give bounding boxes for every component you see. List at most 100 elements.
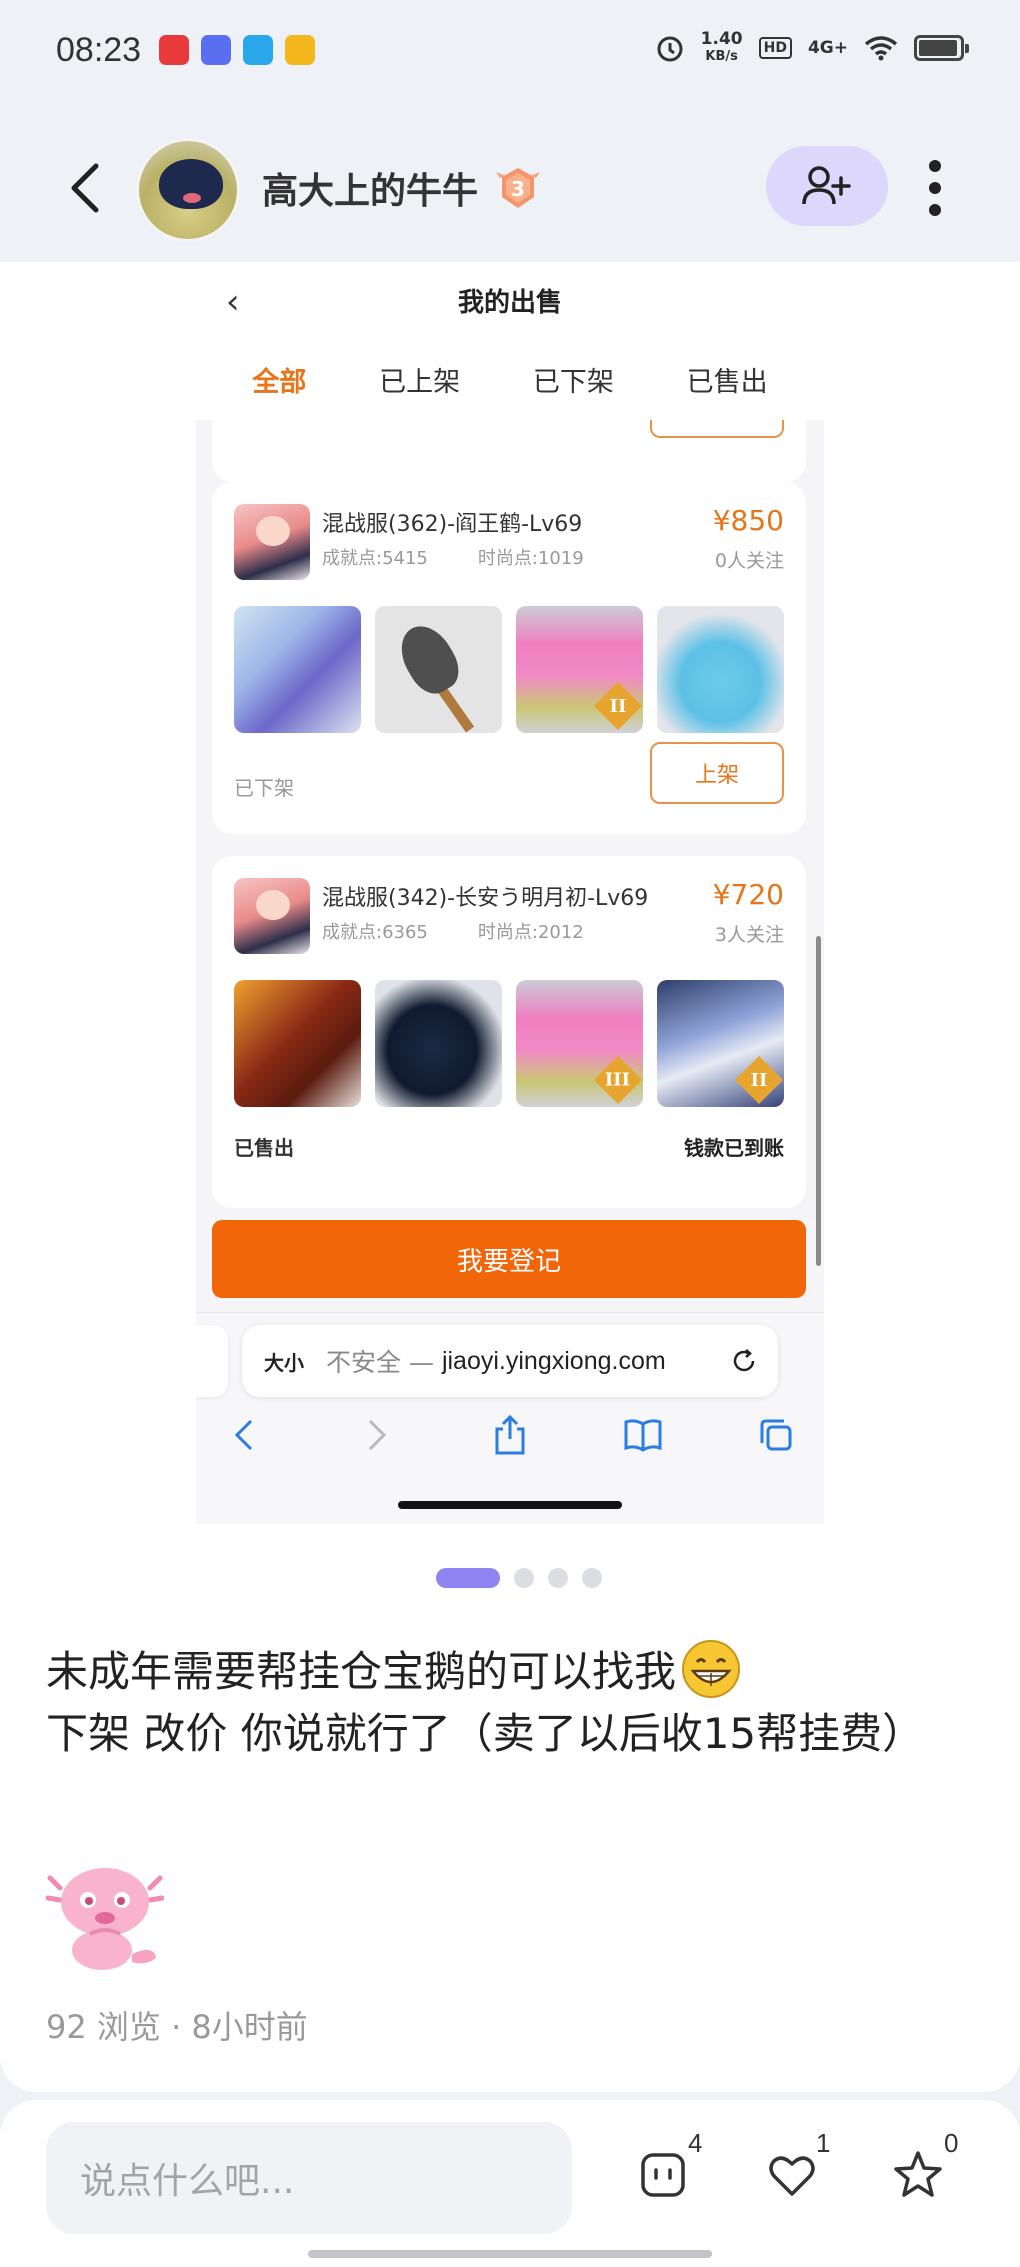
role-name: 混战服(362)-阎王鹤-Lv69 [322, 512, 583, 537]
item-thumb-red-dragon [234, 980, 361, 1107]
browser-toolbar: 大小 不安全 — jiaoyi.yingxiong.com [196, 1312, 824, 1524]
axolotl-sticker-icon [46, 1868, 164, 1970]
network-speed-unit: KB/s [705, 49, 738, 64]
alarm-icon [657, 36, 683, 62]
screenshot-title: 我的出售 [457, 288, 562, 318]
tier-badge: II [593, 681, 643, 731]
browser-back-icon [224, 1415, 264, 1455]
comment-count: 4 [688, 2128, 703, 2158]
post-image-screenshot[interactable]: ‹ 我的出售 全部 已上架 已下架 已售出 混战服(362)-阎王鹤-Lv69 … [196, 262, 824, 1524]
heart-icon [769, 2156, 815, 2196]
tier-badge-label: III [605, 1069, 631, 1091]
author-username[interactable]: 高大上的牛牛 [262, 162, 478, 214]
register-button: 我要登记 [212, 1220, 806, 1298]
star-icon [894, 2151, 942, 2197]
more-dot [929, 204, 941, 216]
achievement-points: 成就点:5415 [322, 548, 428, 569]
screenshot-header: ‹ 我的出售 全部 已上架 已下架 已售出 [196, 262, 824, 420]
network-speed-value: 1.40 [700, 29, 743, 49]
screenshot-tab-sold: 已售出 [686, 367, 768, 398]
follow-button[interactable] [766, 146, 888, 226]
avatar-beak-shape [183, 193, 201, 203]
url-bar: 大小 不安全 — jiaoyi.yingxiong.com [242, 1325, 778, 1397]
chevron-left-icon [71, 163, 99, 213]
role-name: 混战服(342)-长安う明月初-Lv69 [322, 886, 649, 911]
tier-badge: III [593, 1055, 643, 1105]
tier-badge-label: II [609, 695, 627, 717]
more-options-button[interactable] [920, 160, 950, 216]
post-meta: 92 浏览 · 8小时前 [46, 2002, 308, 2048]
screenshot-tabs: 全部 已上架 已下架 已售出 [196, 360, 824, 399]
favorite-count: 0 [944, 2128, 959, 2158]
gesture-bar [308, 2250, 712, 2258]
carousel-dot[interactable] [514, 1568, 534, 1588]
browser-tool-row [196, 1415, 824, 1455]
item-thumb-blue-bird [657, 606, 784, 733]
role-meta: 成就点:5415 时尚点:1019 [322, 544, 584, 570]
network-type: 4G+ [807, 38, 848, 58]
post-card: ‹ 我的出售 全部 已上架 已下架 已售出 混战服(362)-阎王鹤-Lv69 … [0, 262, 1020, 2092]
item-thumb-pink-bear: III [516, 980, 643, 1107]
listing-follows: 0人关注 [714, 550, 784, 572]
add-friend-icon [802, 166, 851, 205]
reload-icon [733, 1349, 755, 1372]
status-time: 08:23 [56, 30, 142, 69]
previous-tab-stub [196, 1325, 228, 1397]
fashion-points: 时尚点:2012 [477, 922, 584, 943]
listing-card: 混战服(342)-长安う明月初-Lv69 成就点:6365 时尚点:2012 ¥… [212, 856, 806, 1208]
partial-listing-card [212, 420, 806, 482]
level-badge-icon: 3 [496, 168, 540, 208]
browser-forward-icon [357, 1415, 397, 1455]
carousel-dot[interactable] [582, 1568, 602, 1588]
carousel-dot[interactable] [548, 1568, 568, 1588]
bottom-action-bar: 说点什么吧... 4 1 0 [0, 2100, 1020, 2267]
scroll-indicator [816, 936, 821, 1266]
post-header: 高大上的牛牛 3 [0, 130, 1020, 250]
favorite-button[interactable]: 0 [890, 2128, 970, 2216]
comment-input[interactable]: 说点什么吧... [46, 2122, 572, 2234]
carousel-dot-active[interactable] [436, 1568, 500, 1588]
url-domain: jiaoyi.yingxiong.com [441, 1346, 666, 1375]
screenshot-tab-delisted: 已下架 [532, 367, 614, 398]
item-thumbnails: III II [234, 980, 784, 1107]
wifi-icon [864, 36, 898, 61]
post-body: 未成年需要帮挂仓宝鹅的可以找我 下架 改价 你说就行了（卖了以后收15帮挂费） [46, 1638, 966, 1765]
post-line-1: 未成年需要帮挂仓宝鹅的可以找我 [46, 1638, 966, 1703]
network-speed: 1.40 KB/s [701, 30, 743, 66]
like-count: 1 [816, 2128, 831, 2158]
assistant-app-icon [285, 35, 316, 65]
battery-icon [914, 35, 969, 61]
screenshot-tab-listed: 已上架 [379, 367, 461, 398]
listing-status: 已下架 [234, 776, 294, 800]
listing-follows: 3人关注 [714, 924, 784, 946]
listing-price: ¥720 [712, 878, 784, 911]
post-line-1-text: 未成年需要帮挂仓宝鹅的可以找我 [46, 1647, 677, 1696]
status-app-icons [159, 35, 316, 65]
bookmarks-icon [623, 1415, 663, 1455]
screenshot-tab-all: 全部 [252, 367, 307, 398]
item-thumb-knight: II [657, 980, 784, 1107]
post-line-2: 下架 改价 你说就行了（卖了以后收15帮挂费） [46, 1709, 925, 1758]
listing-status: 已售出 [234, 1136, 294, 1160]
more-dot [929, 182, 941, 194]
carousel-dots [436, 1568, 602, 1588]
like-button[interactable]: 1 [762, 2128, 842, 2216]
share-icon [490, 1415, 530, 1455]
status-bar: 08:23 1.40 KB/s HD 4G+ [0, 0, 1020, 100]
text-size-button: 大小 [264, 1350, 304, 1375]
taobao-app-icon [159, 35, 190, 65]
more-dot [929, 160, 941, 172]
comment-button[interactable]: 4 [634, 2128, 714, 2216]
view-count: 92 浏览 [46, 2008, 161, 2046]
item-thumbnails: II [234, 606, 784, 733]
list-for-sale-button: 上架 [650, 742, 784, 804]
meta-separator: · [171, 2008, 182, 2046]
item-thumb-blue-dragon [234, 606, 361, 733]
item-thumb-shovel [375, 606, 502, 733]
insecure-label: 不安全 — [326, 1348, 434, 1377]
item-thumb-pink-bear: II [516, 606, 643, 733]
author-avatar[interactable] [136, 138, 240, 242]
role-avatar [234, 878, 310, 954]
back-button[interactable] [60, 158, 110, 218]
link-app-icon [201, 35, 232, 65]
